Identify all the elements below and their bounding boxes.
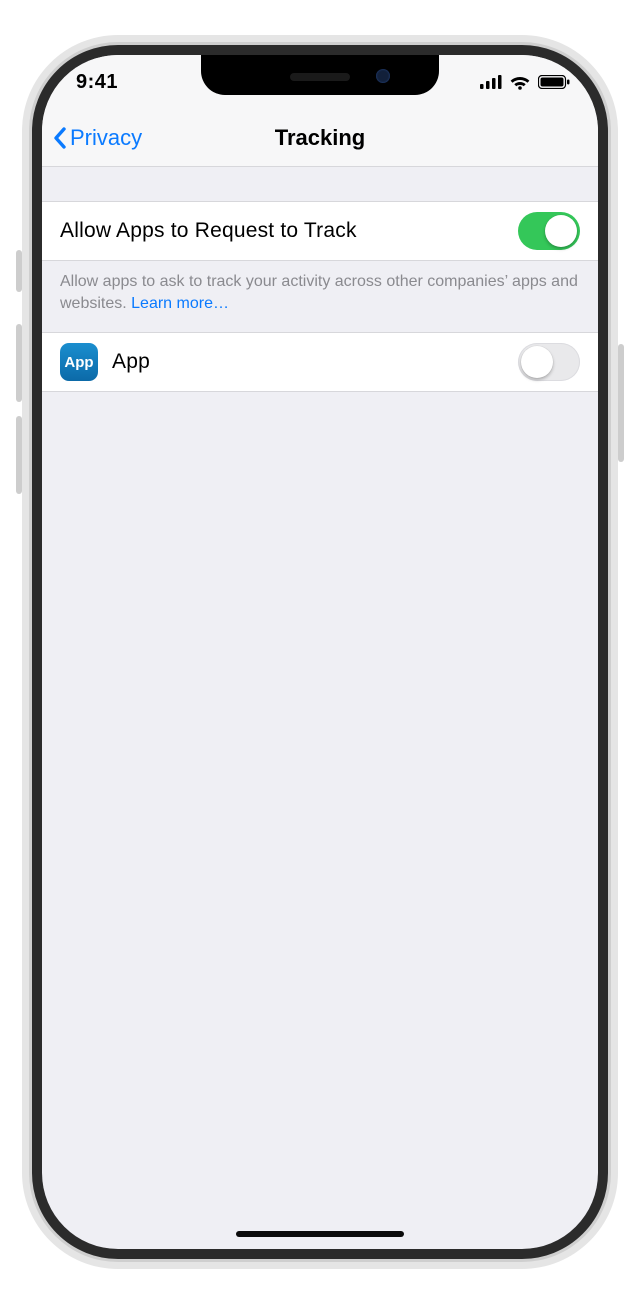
back-label: Privacy xyxy=(70,125,142,151)
chevron-left-icon xyxy=(52,126,68,150)
page-title: Tracking xyxy=(275,125,365,151)
volume-switch xyxy=(16,250,22,292)
cellular-icon xyxy=(480,75,502,89)
back-button[interactable]: Privacy xyxy=(52,109,142,166)
battery-icon xyxy=(538,75,570,89)
volume-up-button xyxy=(16,324,22,402)
app-tracking-toggle[interactable] xyxy=(518,343,580,381)
app-name-label: App xyxy=(112,350,518,374)
learn-more-link[interactable]: Learn more… xyxy=(131,295,229,312)
allow-apps-to-request-row: Allow Apps to Request to Track xyxy=(42,201,598,261)
side-button xyxy=(618,344,624,462)
allow-apps-to-request-toggle[interactable] xyxy=(518,212,580,250)
toggle-knob xyxy=(545,215,577,247)
navigation-bar: Privacy Tracking xyxy=(42,109,598,167)
app-icon: App xyxy=(60,343,98,381)
screen: 9:41 xyxy=(42,55,598,1249)
home-indicator[interactable] xyxy=(236,1231,404,1237)
section-footer: Allow apps to ask to track your activity… xyxy=(42,261,598,332)
app-row: App App xyxy=(42,332,598,392)
notch xyxy=(201,55,439,95)
volume-down-button xyxy=(16,416,22,494)
app-list: App App xyxy=(42,332,598,392)
status-time: 9:41 xyxy=(76,71,118,94)
status-indicators xyxy=(480,74,570,90)
wifi-icon xyxy=(509,74,531,90)
content: Allow Apps to Request to Track Allow app… xyxy=(42,167,598,392)
device-frame: 9:41 xyxy=(32,45,608,1259)
toggle-knob xyxy=(521,346,553,378)
allow-apps-to-request-label: Allow Apps to Request to Track xyxy=(60,219,518,243)
